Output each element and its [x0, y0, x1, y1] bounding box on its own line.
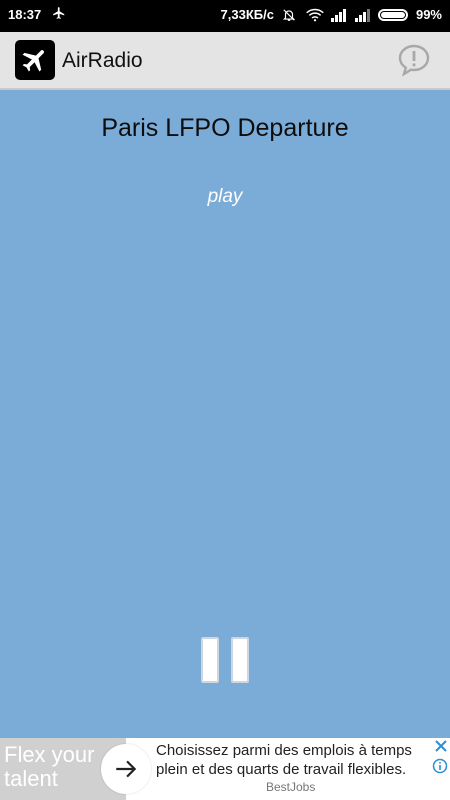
signal-icon-2	[354, 8, 370, 22]
battery-percent: 99%	[415, 7, 442, 22]
status-right: 7,33КБ/с 99%	[221, 7, 442, 22]
battery-icon	[377, 8, 408, 21]
close-icon[interactable]	[434, 739, 448, 753]
app-title: AirRadio	[62, 49, 143, 72]
play-status: play	[207, 186, 243, 207]
airplane-icon	[15, 40, 55, 80]
wifi-icon	[306, 8, 324, 22]
info-icon[interactable]	[432, 758, 448, 774]
signal-icon-1	[330, 8, 346, 22]
ad-banner[interactable]: Flex your talent Choisissez parmi des em…	[0, 738, 450, 800]
network-speed: 7,33КБ/с	[220, 7, 274, 22]
station-title: Paris LFPO Departure	[101, 114, 349, 142]
bell-off-icon	[282, 8, 298, 22]
pause-button[interactable]	[201, 637, 249, 685]
pause-icon-left	[201, 637, 219, 683]
airplane-mode-icon	[52, 6, 66, 23]
ad-body: Choisissez parmi des emplois à temps ple…	[156, 742, 412, 778]
app-bar: AirRadio	[0, 32, 450, 90]
arrow-right-icon[interactable]	[101, 744, 151, 794]
feedback-bubble-icon[interactable]	[396, 42, 432, 78]
pause-icon-right	[231, 637, 249, 683]
status-time: 18:37	[8, 7, 42, 22]
ad-brand: BestJobs	[266, 780, 316, 794]
status-bar: 18:37 7,33КБ/с 99%	[0, 0, 450, 32]
